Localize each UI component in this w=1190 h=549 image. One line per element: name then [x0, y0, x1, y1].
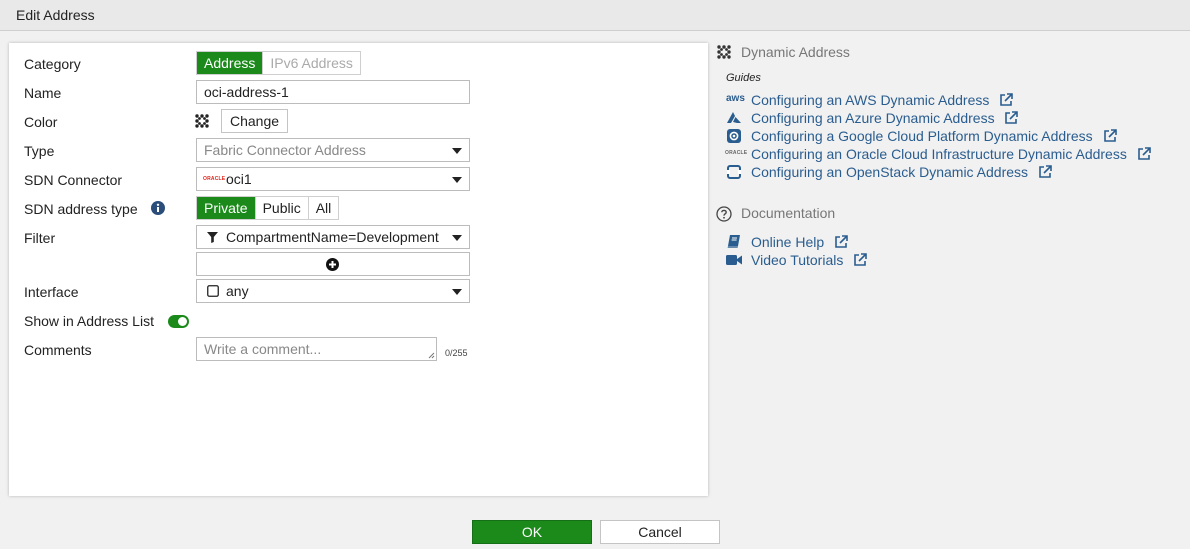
show-in-address-list-toggle[interactable]	[168, 315, 189, 328]
plus-circle-icon	[326, 258, 339, 271]
change-color-button[interactable]: Change	[221, 109, 288, 133]
category-option-address[interactable]: Address	[197, 52, 264, 74]
chevron-down-icon	[452, 289, 462, 295]
chevron-down-icon	[452, 148, 462, 154]
external-link-icon	[1137, 147, 1151, 160]
type-label: Type	[24, 143, 55, 159]
azure-icon	[727, 112, 741, 123]
sdn-type-option-all[interactable]: All	[309, 197, 339, 219]
comments-label: Comments	[24, 342, 92, 358]
show-in-address-list-label: Show in Address List	[24, 313, 154, 329]
guides-label: Guides	[726, 72, 761, 84]
color-label: Color	[24, 114, 58, 130]
sdn-type-option-public[interactable]: Public	[256, 197, 309, 219]
filter-value: CompartmentName=Development	[226, 229, 439, 245]
sdn-connector-value: oci1	[226, 171, 252, 187]
doc-link-label: Video Tutorials	[751, 252, 844, 268]
book-icon	[727, 235, 740, 248]
type-value: Fabric Connector Address	[204, 142, 366, 158]
aws-icon: aws	[726, 93, 745, 104]
oracle-icon: ORACLE	[725, 150, 748, 156]
help-circle-icon	[716, 206, 732, 222]
category-option-ipv6[interactable]: IPv6 Address	[263, 52, 360, 74]
cancel-button[interactable]: Cancel	[600, 520, 720, 544]
guide-link-label: Configuring an OpenStack Dynamic Address	[751, 164, 1029, 180]
edit-address-form: Category Address IPv6 Address Name oci-a…	[9, 43, 708, 496]
guide-link-gcp[interactable]: Configuring a Google Cloud Platform Dyna…	[751, 128, 1117, 144]
dynamic-address-title: Dynamic Address	[741, 44, 850, 60]
chevron-down-icon	[452, 177, 462, 183]
sdn-type-option-private[interactable]: Private	[197, 197, 256, 219]
comments-placeholder: Write a comment...	[204, 341, 322, 357]
dialog-titlebar: Edit Address	[0, 0, 1190, 31]
dynamic-address-icon	[717, 45, 731, 59]
external-link-icon	[1039, 165, 1052, 178]
external-link-icon	[1103, 129, 1117, 142]
doc-link-online-help[interactable]: Online Help	[751, 234, 848, 250]
external-link-icon	[1000, 93, 1014, 106]
filter-icon	[207, 232, 218, 243]
category-toggle: Address IPv6 Address	[196, 51, 361, 75]
sdn-address-type-toggle: Private Public All	[196, 196, 340, 220]
gcp-icon	[727, 129, 741, 143]
guide-link-oracle[interactable]: Configuring an Oracle Cloud Infrastructu…	[751, 146, 1151, 162]
interface-value: any	[226, 283, 249, 299]
external-link-icon	[1005, 111, 1019, 124]
comments-textarea[interactable]: Write a comment...	[196, 337, 437, 361]
doc-link-label: Online Help	[751, 234, 825, 250]
type-select[interactable]: Fabric Connector Address	[196, 138, 470, 162]
color-swatch-icon	[195, 114, 209, 128]
sdn-connector-label: SDN Connector	[24, 172, 123, 188]
guide-link-label: Configuring a Google Cloud Platform Dyna…	[751, 128, 1093, 144]
name-label: Name	[24, 85, 62, 101]
sdn-address-type-label: SDN address type	[24, 201, 138, 217]
guide-link-azure[interactable]: Configuring an Azure Dynamic Address	[751, 110, 1019, 126]
external-link-icon	[854, 253, 868, 266]
guide-link-label: Configuring an AWS Dynamic Address	[751, 92, 990, 108]
interface-select[interactable]: any	[196, 279, 470, 303]
info-icon[interactable]	[151, 201, 165, 215]
name-input[interactable]: oci-address-1	[196, 80, 470, 104]
filter-label: Filter	[24, 230, 56, 246]
sdn-connector-select[interactable]: ORACLE oci1	[196, 167, 470, 191]
guide-link-openstack[interactable]: Configuring an OpenStack Dynamic Address	[751, 164, 1052, 180]
doc-link-video-tutorials[interactable]: Video Tutorials	[751, 252, 868, 268]
documentation-title: Documentation	[741, 205, 836, 221]
video-icon	[726, 255, 742, 265]
external-link-icon	[835, 235, 848, 248]
dialog-title: Edit Address	[16, 7, 95, 23]
oracle-logo-icon: ORACLE	[203, 176, 226, 182]
interface-icon	[207, 285, 219, 297]
openstack-icon	[727, 165, 741, 179]
chevron-down-icon	[452, 235, 462, 241]
filter-select[interactable]: CompartmentName=Development	[196, 225, 470, 249]
comments-counter: 0/255	[445, 348, 468, 358]
category-label: Category	[24, 56, 81, 72]
resize-handle-icon[interactable]	[428, 352, 435, 359]
ok-button[interactable]: OK	[472, 520, 592, 544]
add-filter-button[interactable]	[196, 252, 470, 276]
guide-link-label: Configuring an Azure Dynamic Address	[751, 110, 995, 126]
guide-link-label: Configuring an Oracle Cloud Infrastructu…	[751, 146, 1127, 162]
interface-label: Interface	[24, 284, 79, 300]
guide-link-aws[interactable]: Configuring an AWS Dynamic Address	[751, 92, 1014, 108]
